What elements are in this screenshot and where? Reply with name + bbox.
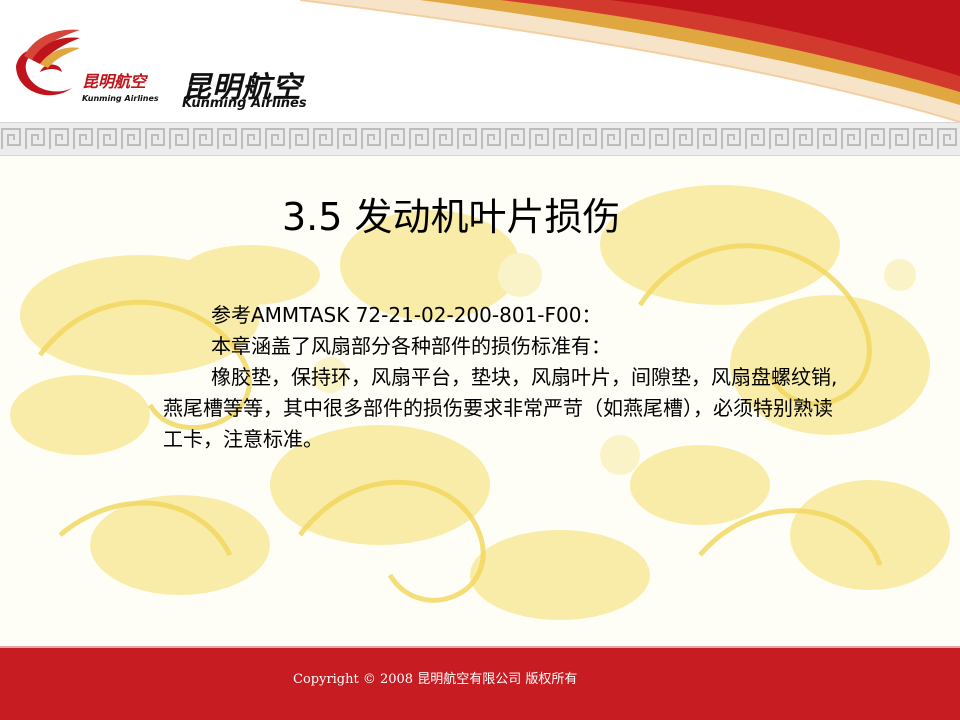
body-paragraph-reference: 参考AMMTASK 72-21-02-200-801-F00：	[211, 303, 602, 327]
phoenix-logo-icon	[16, 29, 80, 96]
header-swoosh-decoration	[299, 0, 960, 122]
slide-body: 参考AMMTASK 72-21-02-200-801-F00： 本章涵盖了风扇部…	[163, 300, 843, 455]
copyright-text: Copyright © 2008 昆明航空有限公司 版权所有	[293, 672, 578, 687]
body-paragraph-detail: 橡胶垫，保持环，风扇平台，垫块，风扇叶片，间隙垫，风扇盘螺纹销,燕尾槽等等，其中…	[163, 365, 838, 451]
brand-small-en: Kunming Airlines	[82, 94, 159, 103]
slide-title: 3.5 发动机叶片损伤	[282, 195, 621, 239]
brand-big-en: Kunming Airlines	[182, 96, 307, 111]
fret-border	[0, 122, 960, 156]
header: 昆明航空 Kunming Airlines 昆明航空 Kunming Airli…	[0, 0, 960, 122]
body-paragraph-intro: 本章涵盖了风扇部分各种部件的损伤标准有：	[211, 334, 611, 358]
brand-small-cn: 昆明航空	[82, 72, 147, 91]
slide: 昆明航空 Kunming Airlines 昆明航空 Kunming Airli…	[0, 0, 960, 720]
